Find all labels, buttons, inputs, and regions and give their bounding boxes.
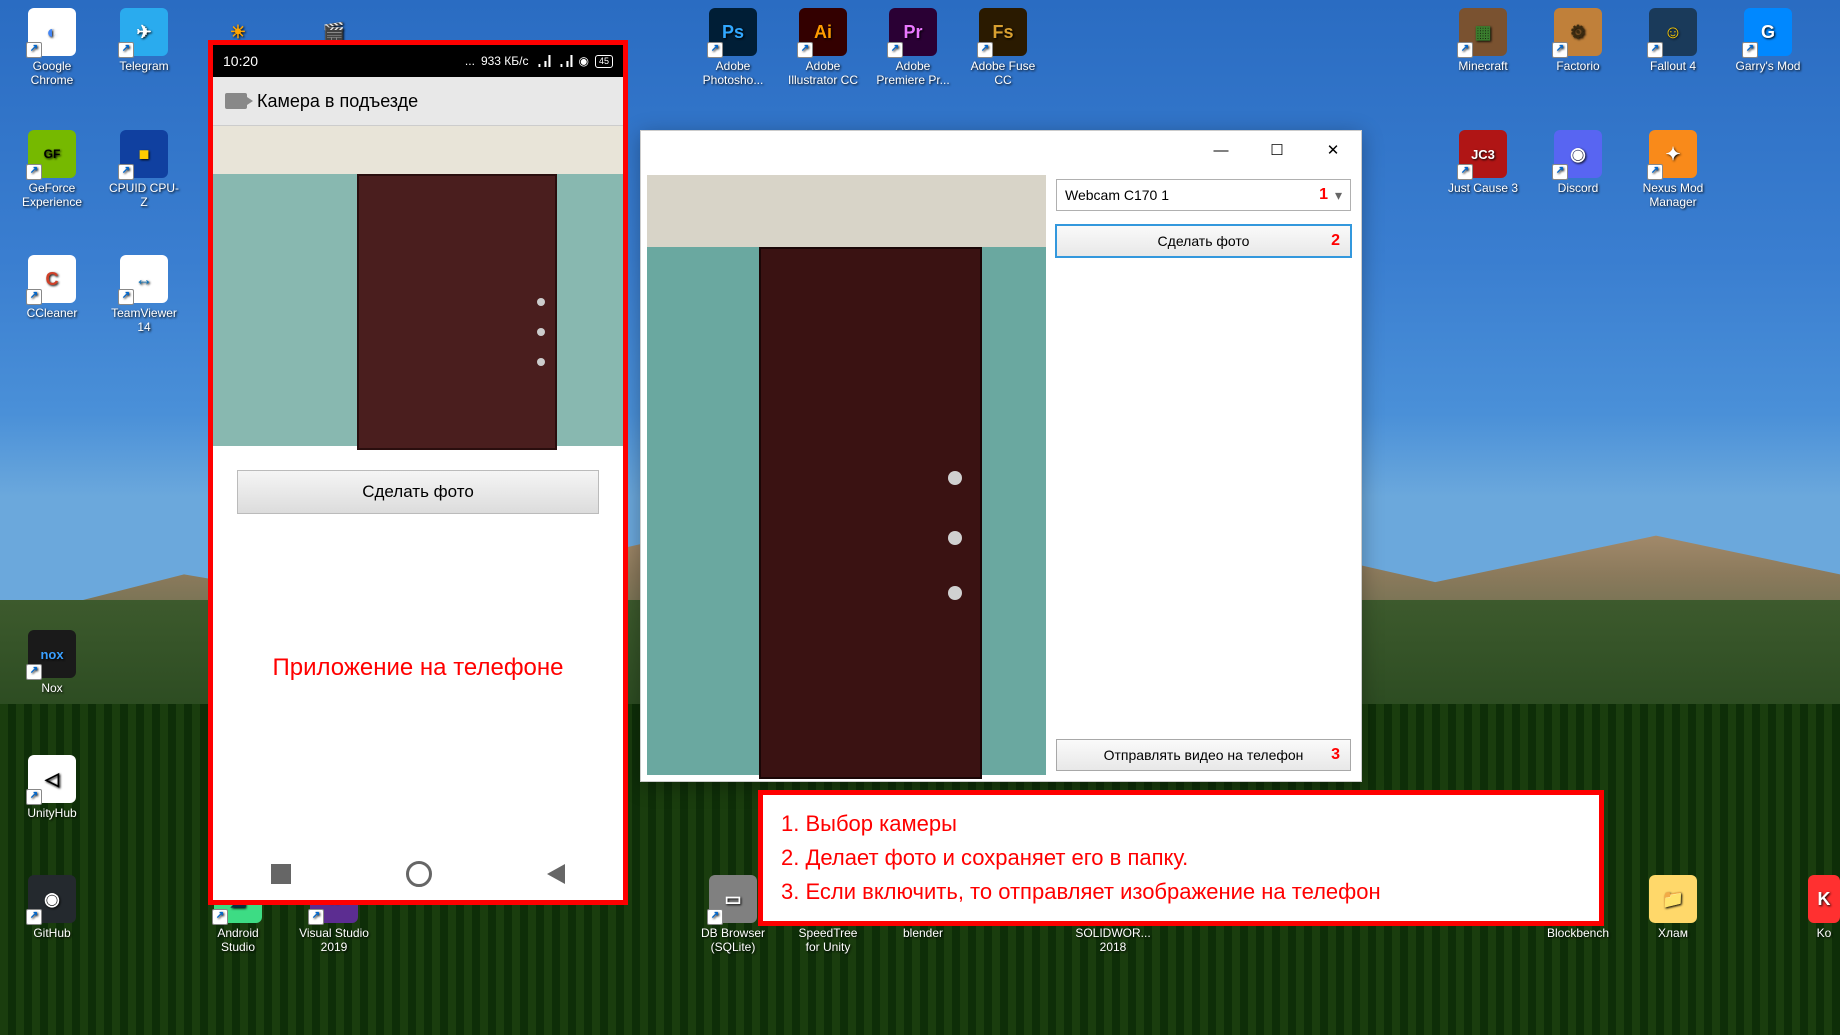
icon-telegram[interactable]: ✈Telegram [106, 8, 182, 74]
icon-nox[interactable]: noxNox [14, 630, 90, 696]
icon-folder-junk[interactable]: 📁Хлам [1635, 875, 1711, 941]
icon-adobe-illustrator[interactable]: AiAdobe Illustrator CC [785, 8, 861, 88]
maximize-button[interactable]: ☐ [1249, 131, 1305, 169]
annotation-legend: 1. Выбор камеры 2. Делает фото и сохраня… [758, 790, 1604, 926]
icon-garrys-mod[interactable]: GGarry's Mod [1730, 8, 1806, 74]
home-button[interactable] [406, 861, 432, 887]
send-to-phone-button[interactable]: Отправлять видео на телефон 3 [1056, 739, 1351, 771]
phone-app-header: Камера в подъезде [213, 77, 623, 126]
camera-select-value: Webcam C170 1 [1065, 187, 1169, 203]
icon-adobe-fuse[interactable]: FsAdobe Fuse CC [965, 8, 1041, 88]
phone-screenshot: 10:20 ... 933 КБ/с ◉ 45 Камера в подъезде… [208, 40, 628, 905]
take-photo-button[interactable]: Сделать фото 2 [1056, 225, 1351, 257]
annotation-marker-1: 1 [1319, 186, 1328, 204]
phone-net-speed: 933 КБ/с [481, 54, 529, 68]
signal-icon [535, 55, 551, 67]
network-speed-icon: ... [465, 54, 475, 68]
phone-camera-preview [213, 126, 623, 446]
camera-icon [225, 93, 247, 109]
icon-minecraft[interactable]: ▦Minecraft [1445, 8, 1521, 74]
icon-ccleaner[interactable]: CCCleaner [14, 255, 90, 321]
wifi-icon: ◉ [579, 54, 589, 68]
phone-app-title: Камера в подъезде [257, 91, 418, 112]
icon-github[interactable]: ◉GitHub [14, 875, 90, 941]
icon-unityhub[interactable]: ◁UnityHub [14, 755, 90, 821]
titlebar[interactable]: — ☐ ✕ [641, 131, 1361, 169]
icon-just-cause[interactable]: JC3Just Cause 3 [1445, 130, 1521, 196]
recent-apps-button[interactable] [271, 864, 291, 884]
annotation-marker-2: 2 [1331, 232, 1340, 250]
icon-geforce-experience[interactable]: GFGeForce Experience [14, 130, 90, 210]
camera-app-window: — ☐ ✕ Webcam C170 1 1 Сделать фото 2 Отп… [640, 130, 1362, 782]
icon-fallout4[interactable]: ☺Fallout 4 [1635, 8, 1711, 74]
camera-preview [647, 175, 1046, 775]
legend-line-2: 2. Делает фото и сохраняет его в папку. [781, 841, 1581, 875]
icon-discord[interactable]: ◉Discord [1540, 130, 1616, 196]
phone-take-photo-button[interactable]: Сделать фото [237, 470, 599, 514]
phone-caption: Приложение на телефоне [213, 654, 623, 682]
icon-google-chrome[interactable]: ◐Google Chrome [14, 8, 90, 88]
icon-partial-right[interactable]: KKo [1808, 875, 1840, 941]
phone-statusbar: 10:20 ... 933 КБ/с ◉ 45 [213, 45, 623, 77]
close-button[interactable]: ✕ [1305, 131, 1361, 169]
annotation-marker-3: 3 [1331, 746, 1340, 764]
icon-factorio[interactable]: ⚙Factorio [1540, 8, 1616, 74]
back-button[interactable] [547, 864, 565, 884]
icon-nexus-mod[interactable]: ✦Nexus Mod Manager [1635, 130, 1711, 210]
legend-line-3: 3. Если включить, то отправляет изображе… [781, 875, 1581, 909]
icon-adobe-premiere[interactable]: PrAdobe Premiere Pr... [875, 8, 951, 88]
icon-teamviewer[interactable]: ↔TeamViewer 14 [106, 255, 182, 335]
phone-nav-bar [213, 848, 623, 900]
icon-adobe-photoshop[interactable]: PsAdobe Photosho... [695, 8, 771, 88]
icon-cpuz[interactable]: ■CPUID CPU-Z [106, 130, 182, 210]
side-panel: Webcam C170 1 1 Сделать фото 2 Отправлят… [1046, 169, 1361, 781]
signal-icon-2 [557, 55, 573, 67]
legend-line-1: 1. Выбор камеры [781, 807, 1581, 841]
minimize-button[interactable]: — [1193, 131, 1249, 169]
camera-select[interactable]: Webcam C170 1 1 [1056, 179, 1351, 211]
phone-time: 10:20 [223, 53, 258, 69]
battery-icon: 45 [595, 55, 613, 68]
